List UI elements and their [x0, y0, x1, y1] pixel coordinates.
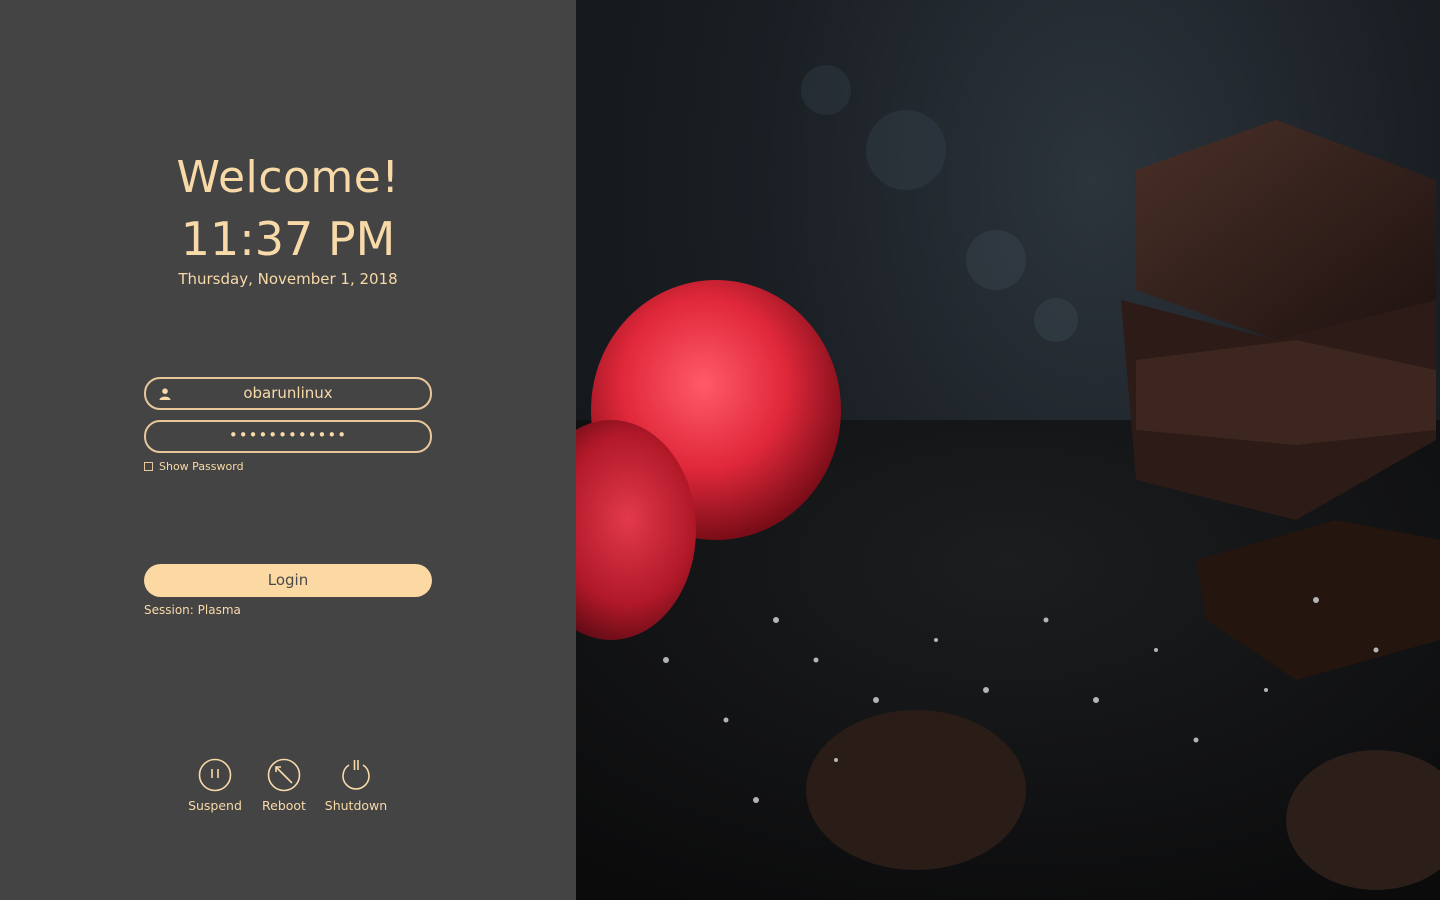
show-password-label: Show Password — [159, 460, 244, 473]
shutdown-icon — [342, 760, 370, 790]
show-password-toggle[interactable]: Show Password — [144, 460, 244, 473]
reboot-label: Reboot — [262, 798, 306, 813]
greeting-heading: Welcome! — [176, 152, 400, 203]
password-value: •••••••••••• — [228, 426, 348, 444]
suspend-button[interactable]: Suspend — [175, 758, 255, 813]
shutdown-label: Shutdown — [324, 798, 388, 813]
suspend-label: Suspend — [188, 798, 242, 813]
suspend-icon — [198, 758, 232, 792]
wallpaper-image — [576, 0, 1440, 900]
user-icon — [159, 388, 171, 400]
login-button[interactable]: Login — [144, 564, 432, 597]
username-field[interactable]: obarunlinux — [144, 377, 432, 410]
login-panel: Welcome! 11:37 PM Thursday, November 1, … — [0, 0, 576, 900]
password-field[interactable]: •••••••••••• — [144, 420, 432, 453]
wallpaper-art — [576, 65, 1440, 900]
reboot-button[interactable]: Reboot — [244, 758, 324, 813]
shutdown-button[interactable]: Shutdown — [316, 758, 396, 813]
clock-date: Thursday, November 1, 2018 — [178, 270, 398, 288]
show-password-checkbox[interactable] — [144, 462, 153, 471]
username-value: obarunlinux — [243, 384, 333, 402]
reboot-icon — [267, 758, 301, 792]
session-selector[interactable]: Session: Plasma — [144, 603, 241, 617]
clock-time: 11:37 PM — [180, 212, 396, 266]
